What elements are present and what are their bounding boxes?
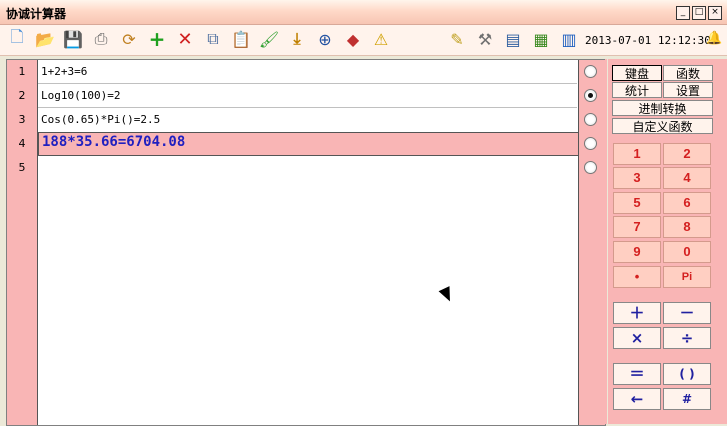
custom-functions-button[interactable]: 自定义函数 <box>612 118 713 134</box>
add-icon[interactable]: + <box>146 27 168 51</box>
new-file-icon[interactable]: 🗋 <box>6 27 28 50</box>
key-divide[interactable]: ÷ <box>663 327 711 349</box>
eraser-icon[interactable]: ◆ <box>342 28 364 50</box>
key-1[interactable]: 1 <box>613 143 661 165</box>
calc-line[interactable]: 2 Log10(100)=2 <box>7 84 605 107</box>
tools-icon[interactable]: ⚒ <box>474 28 496 50</box>
pencil-icon[interactable]: ✎ <box>446 28 468 50</box>
key-0[interactable]: 0 <box>663 241 711 263</box>
line-expression[interactable]: 188*35.66=6704.08 <box>42 134 185 150</box>
line-number: 3 <box>18 113 26 126</box>
download-icon[interactable]: ⤓ <box>286 28 308 50</box>
key-8[interactable]: 8 <box>663 216 711 238</box>
copy-icon[interactable]: ⧉ <box>202 28 224 50</box>
tab-settings[interactable]: 设置 <box>663 82 713 98</box>
key-multiply[interactable]: × <box>613 327 661 349</box>
key-4[interactable]: 4 <box>663 167 711 189</box>
add-page-icon[interactable]: ⊕ <box>314 28 336 50</box>
open-folder-icon[interactable]: 📂 <box>34 28 56 50</box>
key-parentheses[interactable]: ( ) <box>663 363 711 385</box>
line-radio[interactable] <box>584 137 597 150</box>
window-title: 协诚计算器 <box>6 7 67 21</box>
key-2[interactable]: 2 <box>663 143 711 165</box>
tab-functions[interactable]: 函数 <box>663 65 713 81</box>
line-radio[interactable] <box>584 161 597 174</box>
maximize-button[interactable]: □ <box>692 6 706 20</box>
key-7[interactable]: 7 <box>613 216 661 238</box>
bell-icon[interactable]: 🔔 <box>706 31 722 46</box>
key-5[interactable]: 5 <box>613 192 661 214</box>
refresh-icon[interactable]: ⟳ <box>118 28 140 50</box>
key-plus[interactable]: ＋ <box>613 302 661 324</box>
datetime-display: 2013-07-01 12:12:30 <box>585 34 711 47</box>
key-9[interactable]: 9 <box>613 241 661 263</box>
line-number: 1 <box>18 65 26 78</box>
brush-icon[interactable]: 🖌 <box>258 28 280 50</box>
calc-line[interactable]: 5 <box>7 156 605 179</box>
line-radio[interactable] <box>584 89 597 102</box>
key-equals[interactable]: ＝ <box>613 363 661 385</box>
calendar-icon[interactable]: ▥ <box>558 28 580 50</box>
calc-line[interactable]: 3 Cos(0.65)*Pi()=2.5 <box>7 108 605 131</box>
tab-statistics[interactable]: 统计 <box>612 82 662 98</box>
paste-icon[interactable]: 📋 <box>230 28 252 50</box>
key-6[interactable]: 6 <box>663 192 711 214</box>
print-icon[interactable]: ⎙ <box>90 28 112 50</box>
notepad-icon[interactable]: ▤ <box>502 28 524 50</box>
calc-line-active[interactable]: 4 188*35.66=6704.08 <box>7 132 605 156</box>
calculation-area[interactable]: 1 1+2+3=6 2 Log10(100)=2 3 Cos(0.65)*Pi(… <box>6 59 606 426</box>
title-bar: 协诚计算器 _ □ × <box>0 0 727 25</box>
delete-icon[interactable]: ✕ <box>174 28 196 50</box>
line-expression[interactable]: 1+2+3=6 <box>41 65 87 78</box>
panel-separator <box>605 59 607 424</box>
line-expression[interactable]: Log10(100)=2 <box>41 89 120 102</box>
line-number: 4 <box>18 137 26 150</box>
close-button[interactable]: × <box>708 6 722 20</box>
key-backspace[interactable]: ← <box>613 388 661 410</box>
base-convert-button[interactable]: 进制转换 <box>612 100 713 116</box>
tab-keyboard[interactable]: 键盘 <box>612 65 662 81</box>
warning-icon[interactable]: ⚠ <box>370 28 392 50</box>
minimize-button[interactable]: _ <box>676 6 690 20</box>
save-icon[interactable]: 💾 <box>62 28 84 50</box>
toolbar: 🗋 📂 💾 ⎙ ⟳ + ✕ ⧉ 📋 🖌 ⤓ ⊕ ◆ ⚠ ✎ ⚒ ▤ ▦ ▥ 20… <box>0 25 727 56</box>
line-number: 2 <box>18 89 26 102</box>
key-hash[interactable]: # <box>663 388 711 410</box>
key-3[interactable]: 3 <box>613 167 661 189</box>
key-pi[interactable]: Pi <box>663 266 711 288</box>
line-number: 5 <box>18 161 26 174</box>
keypad-panel: 键盘 函数 统计 设置 进制转换 自定义函数 1 2 3 4 5 6 7 8 9… <box>608 59 727 424</box>
line-radio[interactable] <box>584 113 597 126</box>
line-expression[interactable]: Cos(0.65)*Pi()=2.5 <box>41 113 160 126</box>
calc-line[interactable]: 1 1+2+3=6 <box>7 60 605 83</box>
chip-icon[interactable]: ▦ <box>530 28 552 50</box>
key-decimal[interactable]: • <box>613 266 661 288</box>
key-minus[interactable]: － <box>663 302 711 324</box>
line-radio[interactable] <box>584 65 597 78</box>
